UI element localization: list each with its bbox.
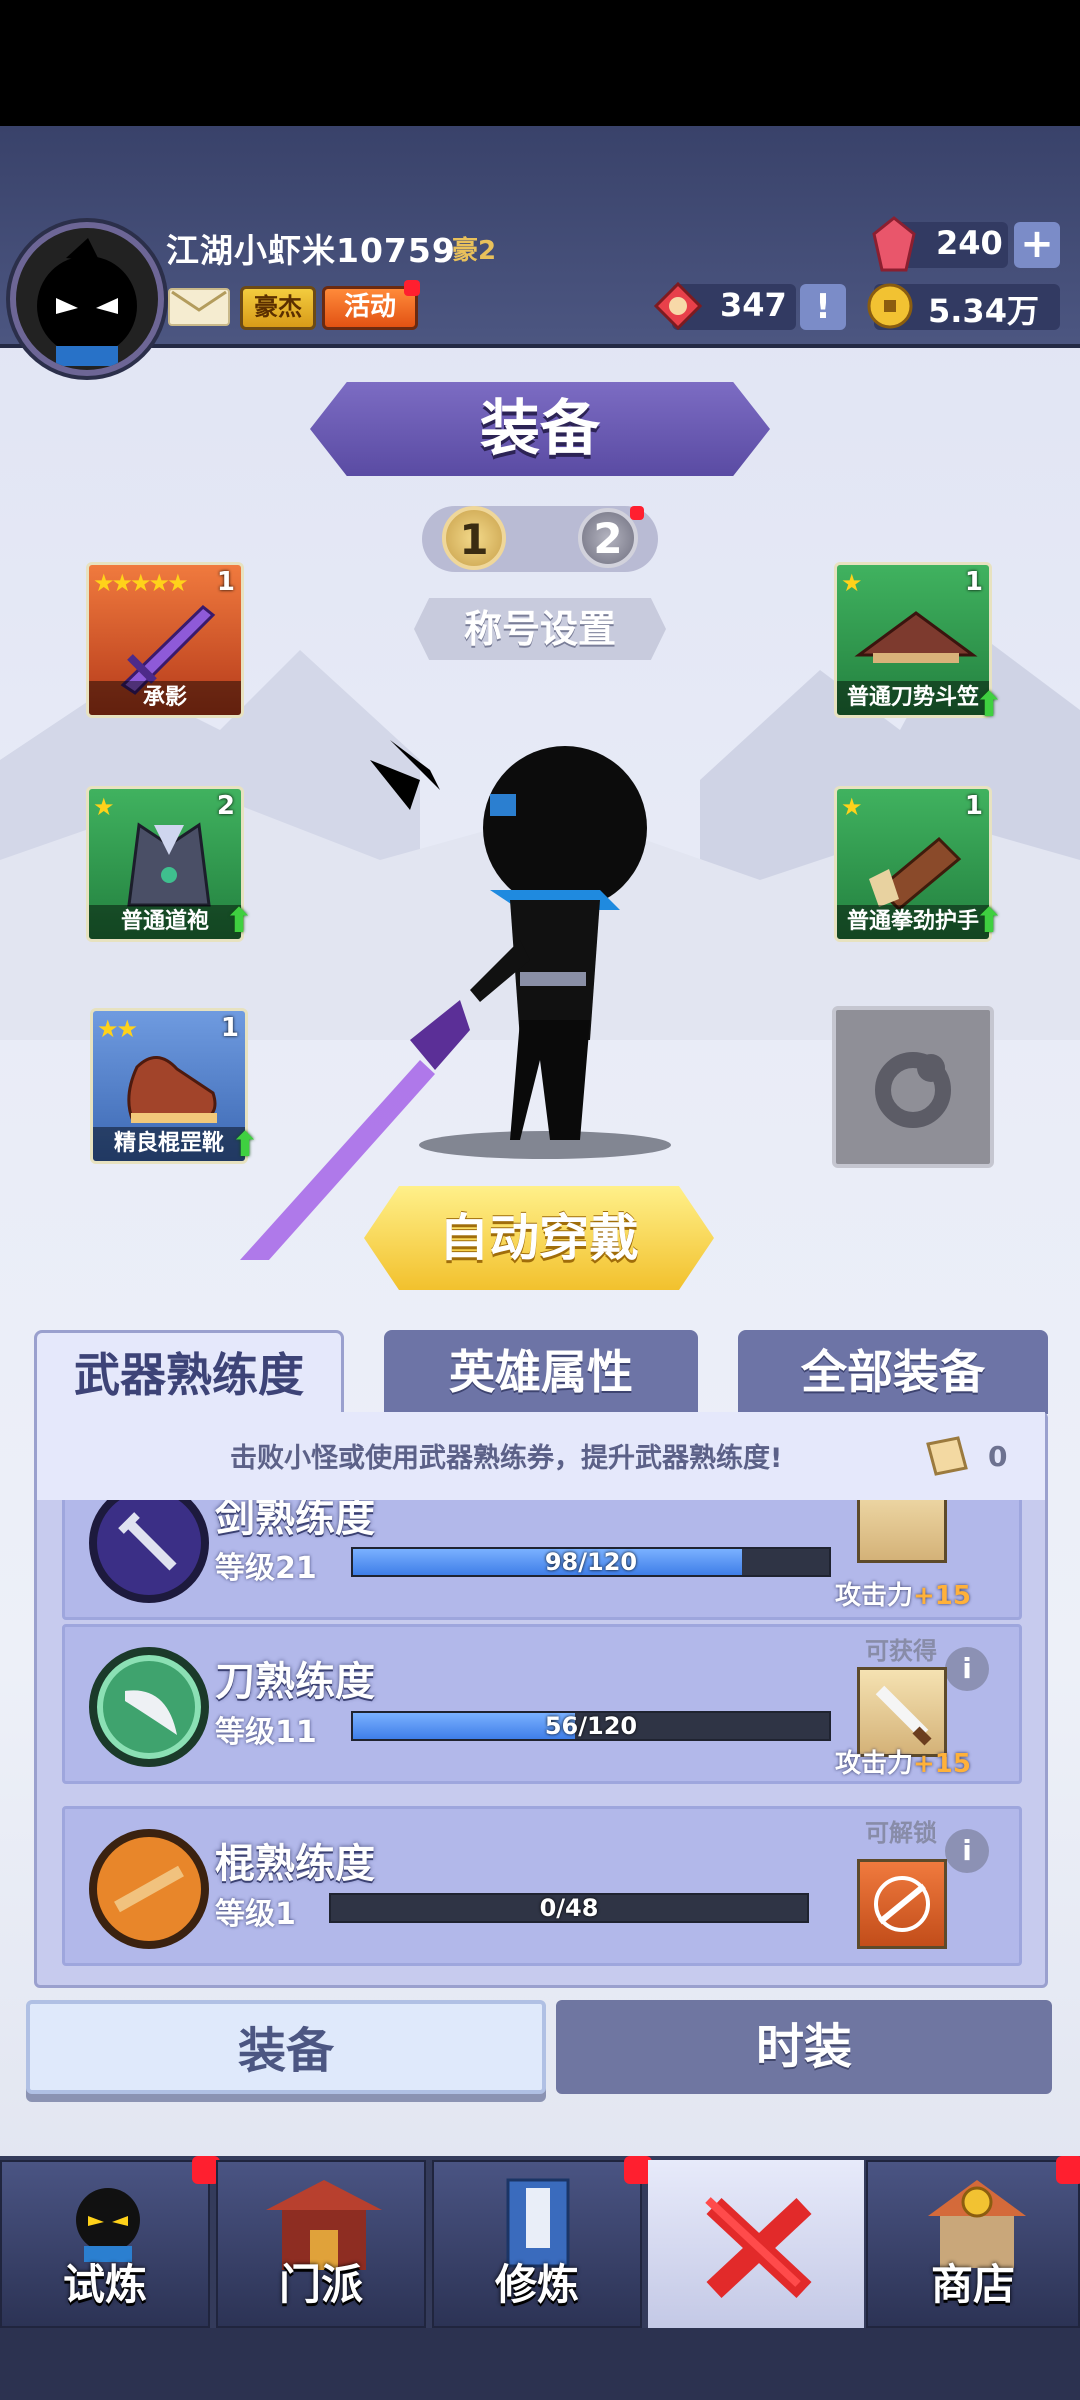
proficiency-title: 剑熟练度 bbox=[215, 1500, 375, 1541]
gem-icon bbox=[872, 216, 916, 272]
slot-label: 普通道袍 bbox=[89, 905, 241, 939]
player-name: 江湖小虾米10759 bbox=[166, 231, 456, 270]
list-item[interactable]: 剑熟练度 等级21 98/120 攻击力+15 bbox=[62, 1500, 1022, 1620]
star-rating-icon: ★ bbox=[93, 793, 115, 821]
loadout-page-1[interactable]: 1 bbox=[442, 506, 506, 570]
info-button[interactable]: i bbox=[945, 1829, 989, 1873]
info-button[interactable]: i bbox=[945, 1647, 989, 1691]
nav-label: 门派 bbox=[278, 2260, 363, 2309]
gloves-slot[interactable]: ★ 1 普通拳劲护手 bbox=[834, 786, 992, 942]
gold-coin-icon bbox=[866, 282, 914, 330]
proficiency-level: 等级11 bbox=[215, 1715, 317, 1750]
star-rating-icon: ★★ bbox=[97, 1015, 138, 1043]
gauntlet-icon bbox=[869, 836, 962, 909]
token-count: 347 bbox=[720, 286, 787, 324]
sword-skill-icon bbox=[89, 1500, 209, 1603]
tab-fashion[interactable]: 时装 bbox=[556, 2000, 1052, 2094]
player-avatar[interactable] bbox=[10, 222, 164, 376]
star-rating-icon: ★★★★★ bbox=[93, 569, 189, 597]
gem-count: 240 bbox=[936, 224, 1003, 262]
slot-label: 承影 bbox=[89, 681, 241, 715]
boot-icon bbox=[127, 1056, 217, 1123]
proficiency-scroll-icon[interactable] bbox=[924, 1434, 970, 1478]
status-bar-area bbox=[0, 0, 1080, 126]
sword-reward-icon[interactable] bbox=[857, 1500, 947, 1563]
list-item[interactable]: 棍熟练度 等级1 0/48 可解锁 i bbox=[62, 1806, 1022, 1966]
nav-cultivation[interactable]: 修炼 bbox=[432, 2160, 642, 2328]
reward-label: 攻击力 bbox=[835, 1581, 914, 1611]
slot-label: 普通拳劲护手 bbox=[837, 905, 989, 939]
nav-shop[interactable]: 商店 bbox=[866, 2160, 1080, 2328]
token-info-button[interactable]: ! bbox=[800, 284, 846, 330]
progress-text: 98/120 bbox=[544, 1548, 638, 1576]
refresh-lock-icon bbox=[875, 1052, 951, 1128]
slot-label: 普通刀势斗笠 bbox=[837, 681, 989, 715]
weapon-slot[interactable]: ★★★★★ 1 承影 bbox=[86, 562, 244, 718]
bottom-safe-area bbox=[0, 2328, 1080, 2400]
unlockable-label: 可解锁 bbox=[865, 1819, 937, 1847]
progress-text: 0/48 bbox=[539, 1894, 599, 1922]
nav-sect[interactable]: 门派 bbox=[216, 2160, 426, 2328]
staff-reward-icon[interactable] bbox=[857, 1859, 947, 1949]
tab-equipment[interactable]: 装备 bbox=[26, 2000, 546, 2094]
list-item[interactable]: 刀熟练度 等级11 56/120 可获得 i 攻击力+15 bbox=[62, 1624, 1022, 1784]
proficiency-level: 等级1 bbox=[215, 1897, 296, 1932]
sword-icon bbox=[120, 605, 216, 695]
auto-equip-button[interactable]: 自动穿戴 bbox=[364, 1186, 714, 1290]
hat-slot[interactable]: ★ 1 普通刀势斗笠 bbox=[834, 562, 992, 718]
upgrade-arrow-icon: ⬆ bbox=[974, 901, 1004, 941]
reward-bonus: +15 bbox=[913, 1581, 971, 1611]
proficiency-hint: 击败小怪或使用武器熟练券，提升武器熟练度! bbox=[230, 1443, 783, 1474]
progress-text: 56/120 bbox=[544, 1712, 638, 1740]
crossed-swords-icon bbox=[705, 2197, 812, 2299]
tab-hero-attributes[interactable]: 英雄属性 bbox=[384, 1330, 698, 1414]
page-title: 装备 bbox=[480, 394, 600, 464]
proficiency-level: 等级21 bbox=[215, 1551, 317, 1586]
slot-level: 1 bbox=[964, 791, 983, 821]
scroll-count: 0 bbox=[988, 1440, 1008, 1473]
nav-equipment-active[interactable] bbox=[648, 2160, 864, 2328]
blade-skill-icon bbox=[89, 1647, 209, 1767]
loadout-page-2[interactable]: 2 bbox=[578, 508, 638, 568]
nav-notification-dot bbox=[1056, 2156, 1080, 2184]
title-setting-button[interactable]: 称号设置 bbox=[414, 598, 666, 660]
mail-icon[interactable] bbox=[168, 288, 230, 326]
reward-attack: 攻击力+15 bbox=[835, 1575, 971, 1612]
tab-weapon-proficiency[interactable]: 武器熟练度 bbox=[34, 1330, 344, 1418]
stickman-hero-figure bbox=[240, 740, 671, 1260]
nav-label: 试炼 bbox=[62, 2260, 147, 2309]
add-gems-button[interactable]: + bbox=[1014, 222, 1060, 268]
upgrade-arrow-icon: ⬆ bbox=[974, 685, 1004, 725]
slot-level: 1 bbox=[964, 567, 983, 597]
vip-level: 豪2 bbox=[452, 236, 497, 266]
reward-attack: 攻击力+15 bbox=[835, 1743, 971, 1780]
staff-skill-icon bbox=[89, 1829, 209, 1949]
bamboo-hat-icon bbox=[854, 611, 978, 663]
nav-trial[interactable]: 试炼 bbox=[0, 2160, 210, 2328]
proficiency-list[interactable]: 剑熟练度 等级21 98/120 攻击力+15 刀熟练度 等级11 56/120… bbox=[37, 1500, 1045, 1985]
reward-bonus: +15 bbox=[913, 1749, 971, 1779]
progress-bar: 98/120 bbox=[351, 1547, 831, 1577]
progress-bar: 0/48 bbox=[329, 1893, 809, 1923]
nav-label: 商店 bbox=[930, 2260, 1015, 2309]
honor-token-icon bbox=[653, 281, 703, 331]
hero-button[interactable]: 豪杰 bbox=[240, 286, 316, 330]
reward-label: 攻击力 bbox=[835, 1749, 914, 1779]
proficiency-title: 刀熟练度 bbox=[215, 1659, 375, 1705]
robe-icon bbox=[127, 822, 211, 907]
proficiency-title: 棍熟练度 bbox=[215, 1841, 375, 1887]
slot-level: 1 bbox=[216, 567, 235, 597]
obtainable-label: 可获得 bbox=[865, 1637, 937, 1665]
activity-notification-dot bbox=[404, 280, 420, 296]
tab-all-equipment[interactable]: 全部装备 bbox=[738, 1330, 1048, 1414]
coin-count: 5.34万 bbox=[928, 292, 1039, 330]
progress-bar: 56/120 bbox=[351, 1711, 831, 1741]
star-rating-icon: ★ bbox=[841, 569, 863, 597]
loadout-notification-dot bbox=[630, 506, 644, 520]
stickman-avatar-icon bbox=[37, 238, 137, 366]
nav-label: 修炼 bbox=[494, 2260, 579, 2309]
locked-slot[interactable] bbox=[832, 1006, 994, 1168]
star-rating-icon: ★ bbox=[841, 793, 863, 821]
